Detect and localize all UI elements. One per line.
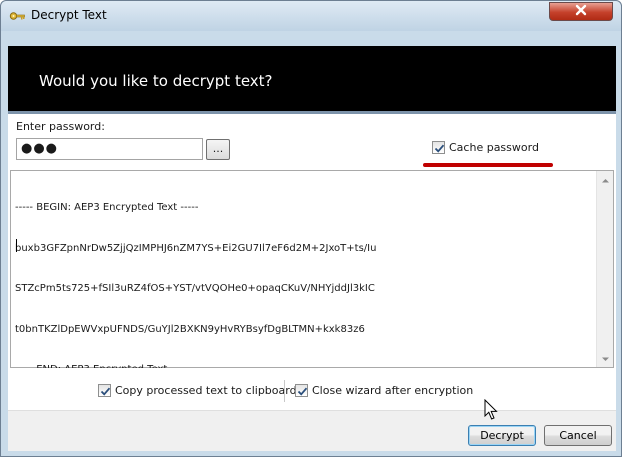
text-caret	[16, 239, 17, 252]
close-wizard-label: Close wizard after encryption	[312, 384, 474, 397]
options-row: Copy processed text to clipboard Close w…	[8, 368, 616, 410]
text-line: buxb3GFZpnNrDw5ZjjQzIMPHJ6nZM7YS+Ei2GU7I…	[15, 242, 377, 254]
title-bar[interactable]: Decrypt Text	[1, 1, 621, 31]
dialog-window: Decrypt Text Would you like to decrypt t…	[0, 0, 622, 457]
copy-to-clipboard-label: Copy processed text to clipboard	[115, 384, 297, 397]
password-input[interactable]: ●●●	[16, 138, 203, 160]
mouse-pointer-icon	[484, 398, 498, 421]
text-line: ----- BEGIN: AEP3 Encrypted Text -----	[15, 202, 199, 213]
cache-password-label: Cache password	[449, 141, 539, 154]
button-bar: Decrypt Cancel	[8, 410, 616, 451]
cancel-button[interactable]: Cancel	[544, 425, 612, 446]
browse-button[interactable]: ...	[206, 139, 230, 160]
options-divider	[284, 380, 285, 402]
text-line: t0bnTKZlDpEWVxpUFNDS/GuYJl2BXKN9yHvRYBsy…	[15, 323, 365, 335]
highlight-underline	[423, 163, 553, 167]
copy-to-clipboard-option[interactable]: Copy processed text to clipboard	[98, 384, 297, 397]
cache-password-option[interactable]: Cache password	[432, 141, 539, 154]
scroll-down-icon[interactable]	[601, 354, 610, 363]
close-wizard-checkbox[interactable]	[295, 384, 308, 397]
dialog-content: Would you like to decrypt text? Enter pa…	[8, 46, 616, 451]
checkmark-icon	[297, 387, 308, 396]
password-label: Enter password:	[16, 120, 105, 133]
vertical-scrollbar[interactable]	[596, 171, 613, 367]
banner-heading: Would you like to decrypt text?	[39, 72, 273, 90]
copy-to-clipboard-checkbox[interactable]	[98, 384, 111, 397]
decrypt-button[interactable]: Decrypt	[468, 425, 536, 446]
scroll-up-icon[interactable]	[601, 175, 610, 184]
checkmark-icon	[434, 144, 445, 153]
key-icon	[9, 8, 25, 24]
close-icon	[575, 4, 587, 19]
checkmark-icon	[100, 387, 111, 396]
window-title: Decrypt Text	[31, 8, 107, 22]
text-line: STZcPm5ts725+fSIl3uRZ4fOS+YST/vtVQOHe0+o…	[15, 283, 375, 294]
close-wizard-option[interactable]: Close wizard after encryption	[295, 384, 473, 397]
text-editor[interactable]: ----- BEGIN: AEP3 Encrypted Text ----- b…	[10, 170, 614, 375]
close-button[interactable]	[549, 2, 613, 21]
header-banner: Would you like to decrypt text?	[8, 46, 616, 114]
cache-password-checkbox[interactable]	[432, 141, 445, 154]
